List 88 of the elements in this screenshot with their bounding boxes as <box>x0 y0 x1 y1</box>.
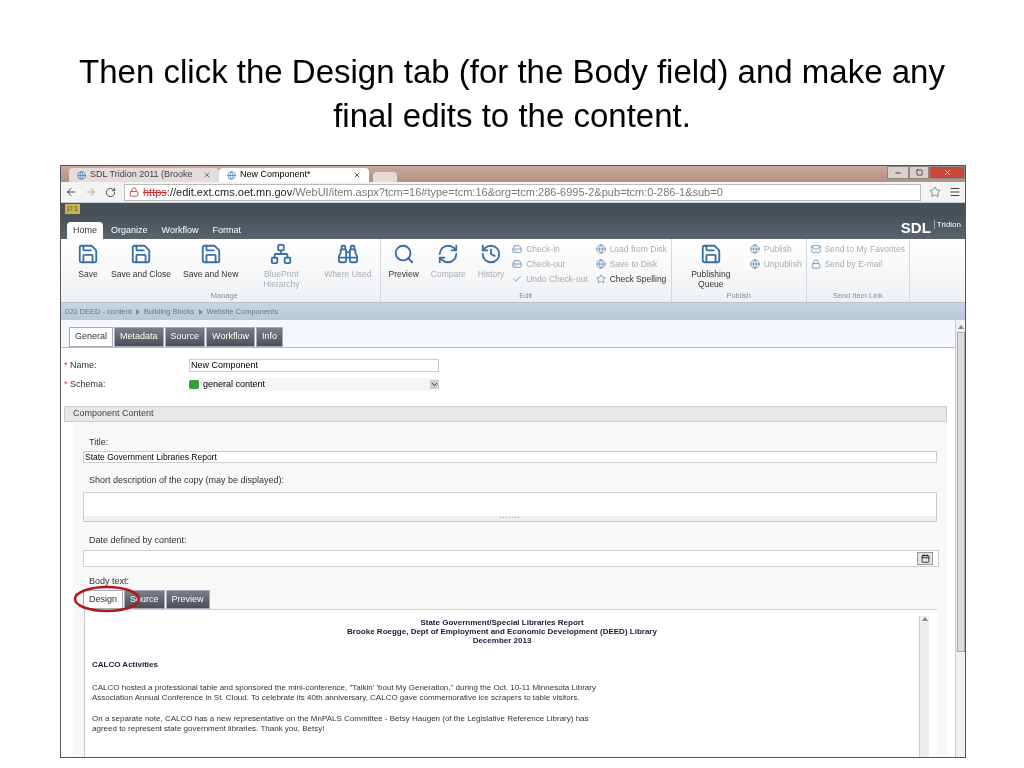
date-field[interactable] <box>83 550 939 567</box>
ribbon-icon <box>749 259 760 270</box>
section-heading: CALCO Activities <box>92 659 159 671</box>
separator-icon <box>135 308 140 315</box>
tab[interactable]: Design <box>83 589 123 609</box>
separator-icon <box>198 308 203 315</box>
minimize-button[interactable] <box>887 166 909 179</box>
site-icon <box>227 170 236 180</box>
scrollbar[interactable] <box>919 616 929 757</box>
ribbon-icon <box>336 243 359 265</box>
ribbon-tab[interactable]: Organize <box>105 222 154 239</box>
browser-tab[interactable]: SDL Tridion 2011 (Brooke <box>69 168 219 182</box>
ribbon-icon <box>810 244 821 255</box>
resize-grip-icon <box>500 515 520 519</box>
new-tab-button[interactable] <box>373 172 397 182</box>
schema-icon <box>189 380 199 390</box>
close-icon[interactable] <box>203 171 211 179</box>
ribbon-icon <box>595 259 606 270</box>
logo: SDL <box>900 219 931 235</box>
page-scrollbar[interactable] <box>955 320 965 757</box>
site-icon <box>77 170 86 180</box>
tab[interactable]: General <box>69 327 114 347</box>
schema-dropdown[interactable]: general content <box>189 378 439 392</box>
close-button[interactable] <box>929 166 965 179</box>
document-heading: State Government/Special Libraries Report <box>420 618 584 627</box>
browser-tab[interactable]: New Component* <box>219 168 369 182</box>
scroll-up-icon <box>921 616 928 622</box>
ribbon-button[interactable]: Save and New <box>179 239 243 279</box>
ribbon-icon <box>749 244 760 255</box>
back-icon[interactable] <box>65 186 77 198</box>
ribbon-icon <box>699 243 722 265</box>
section-header: Component Content <box>64 405 947 422</box>
field-label: Title: <box>89 435 110 449</box>
caret-icon <box>430 380 439 390</box>
field-label: Short description of the copy (may be displayed): <box>89 474 286 487</box>
ribbon-icon <box>480 243 502 265</box>
menu-icon[interactable] <box>949 186 961 198</box>
reload-icon[interactable] <box>105 186 116 198</box>
calendar-icon <box>920 554 930 563</box>
field-label: * Name: <box>64 358 98 372</box>
rich-text-editor[interactable] <box>84 610 937 757</box>
logo-product-name: Tridion <box>933 219 961 229</box>
ribbon-button[interactable]: Publishing Queue <box>675 239 746 289</box>
ribbon-icon <box>199 243 222 265</box>
ribbon-icon <box>130 243 152 265</box>
ribbon-icon <box>512 244 523 255</box>
document-heading: Brooke Roegge, Dept of Employment and Economic Development (DEED) Library <box>347 627 657 636</box>
slide-title: Then click the Design tab (for the Body field) and make any final edits to the content. <box>78 52 946 136</box>
ribbon-icon <box>77 243 99 265</box>
ribbon-button[interactable]: Save <box>73 239 103 279</box>
tab[interactable]: Metadata <box>114 327 164 347</box>
title-field[interactable]: State Government Libraries Report <box>83 451 937 463</box>
paragraph: On a separate note, CALCO has a new representative on the MnPALS Committee - Betsy Haugen (of the Legislative Reference Library) has agreed to represent state government libraries. Thank you, Betsy! <box>92 714 590 733</box>
ribbon-button[interactable]: Check Spelling <box>595 272 667 286</box>
close-icon <box>942 168 952 177</box>
tab[interactable]: Info <box>255 327 283 347</box>
ribbon-tab[interactable]: Format <box>206 222 247 239</box>
tab[interactable]: Source <box>164 327 206 347</box>
ribbon-tab[interactable]: Home <box>67 222 103 239</box>
ribbon-icon <box>270 243 293 265</box>
field-label: * Schema: <box>64 378 107 391</box>
scroll-up-icon <box>957 324 964 330</box>
ribbon-button[interactable]: Preview <box>384 239 423 279</box>
ribbon-icon <box>595 273 606 284</box>
insecure-lock-icon <box>129 187 139 197</box>
close-icon[interactable] <box>353 171 361 179</box>
ribbon-icon <box>810 259 821 270</box>
ribbon-icon <box>512 259 523 270</box>
ribbon-icon <box>437 243 460 265</box>
tab[interactable]: Workflow <box>206 327 255 347</box>
maximize-icon <box>915 169 923 176</box>
ribbon-icon <box>595 244 606 255</box>
paragraph: CALCO hosted a professional table and sponsored the mini-conference, "Talkin' 'bout My Generation," during the Oct. 10-11 Minnesota Library Association Annual Conference in St. Cloud. To celebrate its 40th anniversary, CALCO gave commemorative ice scrapers to table visitors. <box>92 683 597 702</box>
calendar-button[interactable] <box>917 552 933 565</box>
forward-icon[interactable] <box>85 186 97 198</box>
maximize-button[interactable] <box>909 166 929 179</box>
field-label: Date defined by content: <box>89 533 188 547</box>
address-bar[interactable]: https://edit.ext.cms.oet.mn.gov/WebUI/item.aspx?tcm=16#type=tcm:16&org=tcm:286-6995-2&pub=tcm:0-286-1&sub=0 <box>124 183 921 201</box>
ribbon-button[interactable]: Save and Close <box>107 239 175 279</box>
name-field[interactable]: New Component <box>189 358 439 372</box>
description-textarea[interactable] <box>83 491 937 522</box>
document-heading: December 2013 <box>472 636 532 645</box>
ribbon-tab[interactable]: Workflow <box>155 222 205 239</box>
bookmark-star-icon[interactable] <box>929 186 941 198</box>
ribbon-icon <box>512 273 523 284</box>
field-label: Body text: <box>89 575 130 588</box>
tab[interactable]: Preview <box>165 589 210 609</box>
ribbon-icon <box>392 243 415 265</box>
